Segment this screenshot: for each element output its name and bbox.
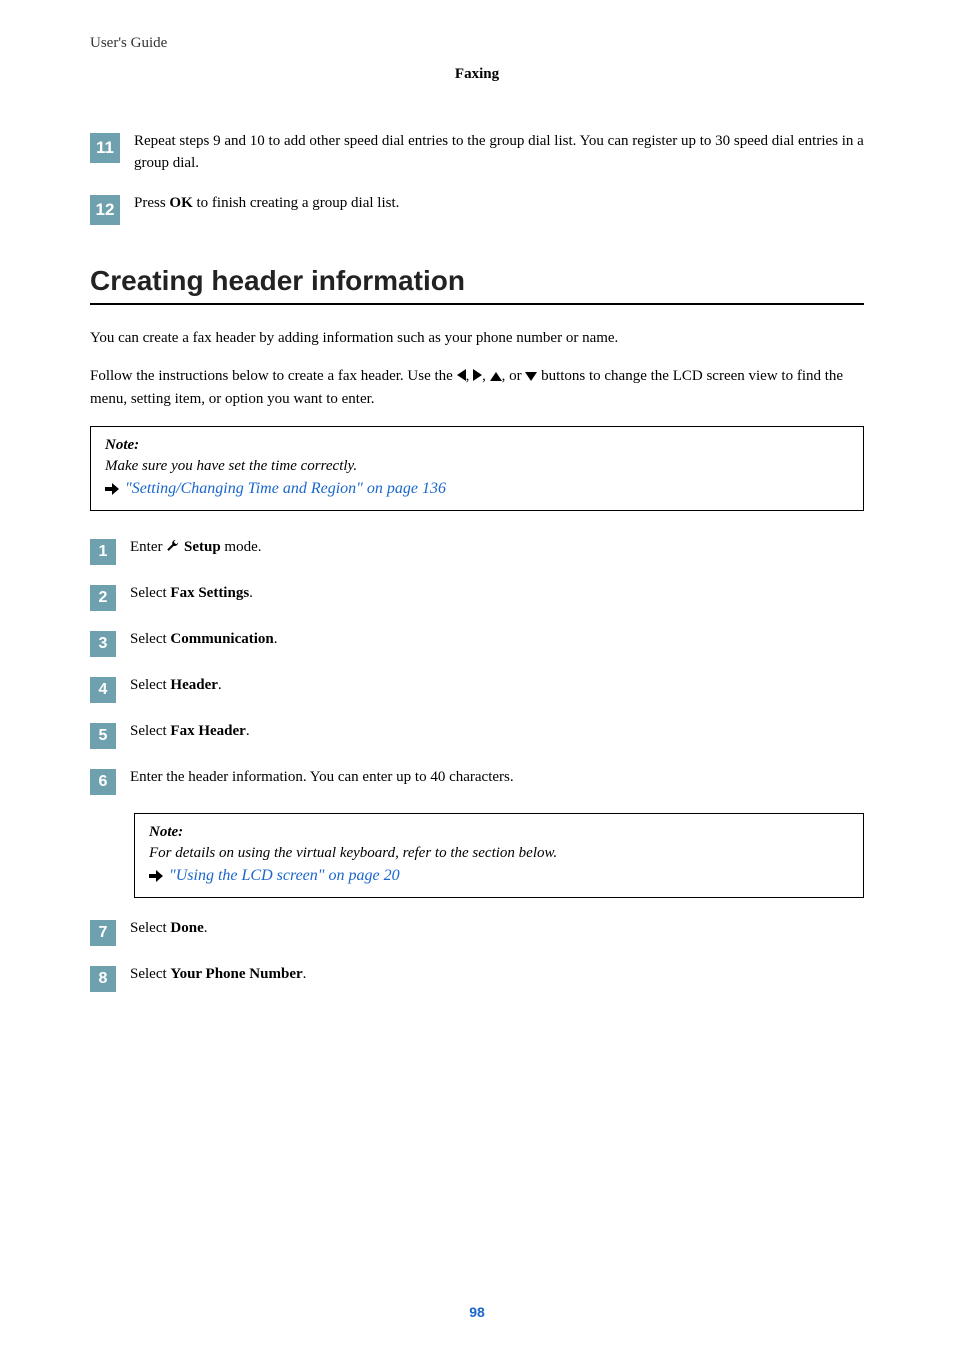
step-4-prefix: Select bbox=[130, 677, 170, 693]
step-chip-12: 12 bbox=[90, 195, 120, 225]
section-label: Faxing bbox=[90, 66, 864, 83]
step-12-text-prefix: Press bbox=[134, 195, 169, 211]
step-chip-6: 6 bbox=[90, 769, 116, 795]
step-chip-2: 2 bbox=[90, 585, 116, 611]
step-5-text: Select Fax Header. bbox=[130, 721, 864, 743]
step-1-suffix: mode. bbox=[221, 539, 262, 555]
step-5-prefix: Select bbox=[130, 723, 170, 739]
step-8-bold: Your Phone Number bbox=[170, 966, 302, 982]
step-3: 3 Select Communication. bbox=[90, 629, 864, 657]
page-number: 98 bbox=[0, 1304, 954, 1320]
step-3-bold: Communication bbox=[170, 631, 273, 647]
step-6-text: Enter the header information. You can en… bbox=[130, 767, 864, 789]
note2-xref-line: "Using the LCD screen" on page 20 bbox=[149, 867, 849, 885]
step-7-prefix: Select bbox=[130, 920, 170, 936]
step-6-body: Enter the header information. You can en… bbox=[130, 769, 514, 785]
step-8: 8 Select Your Phone Number. bbox=[90, 964, 864, 992]
step-2-prefix: Select bbox=[130, 585, 170, 601]
step-chip-1: 1 bbox=[90, 539, 116, 565]
step-4: 4 Select Header. bbox=[90, 675, 864, 703]
intro-paragraph-2: Follow the instructions below to create … bbox=[90, 365, 864, 410]
step-1-text: Enter Setup mode. bbox=[130, 537, 864, 559]
left-arrow-icon bbox=[457, 369, 466, 381]
step-2-suffix: . bbox=[249, 585, 253, 601]
step-chip-3: 3 bbox=[90, 631, 116, 657]
note-title: Note: bbox=[105, 437, 849, 454]
down-arrow-icon bbox=[525, 372, 537, 381]
step-7: 7 Select Done. bbox=[90, 918, 864, 946]
step-11-text-part: Repeat steps 9 and 10 to add other speed… bbox=[134, 133, 864, 171]
step-5-bold: Fax Header bbox=[170, 723, 245, 739]
note-xref-link[interactable]: "Setting/Changing Time and Region" on pa… bbox=[125, 480, 446, 498]
note-box-time: Note: Make sure you have set the time co… bbox=[90, 426, 864, 511]
note-xref-line: "Setting/Changing Time and Region" on pa… bbox=[105, 480, 849, 498]
right-arrow-icon bbox=[473, 369, 482, 381]
step-7-suffix: . bbox=[204, 920, 208, 936]
setup-wrench-icon bbox=[166, 539, 180, 553]
step-4-bold: Header bbox=[170, 677, 217, 693]
step-4-text: Select Header. bbox=[130, 675, 864, 697]
running-head: User's Guide bbox=[90, 35, 864, 52]
step-chip-5: 5 bbox=[90, 723, 116, 749]
step-5-suffix: . bbox=[246, 723, 250, 739]
step-1-bold: Setup bbox=[184, 539, 221, 555]
step-2-bold: Fax Settings bbox=[170, 585, 249, 601]
step-11-text: Repeat steps 9 and 10 to add other speed… bbox=[134, 131, 864, 175]
step-12: 12 Press OK to finish creating a group d… bbox=[90, 193, 864, 225]
step-5: 5 Select Fax Header. bbox=[90, 721, 864, 749]
step-2: 2 Select Fax Settings. bbox=[90, 583, 864, 611]
step-2-text: Select Fax Settings. bbox=[130, 583, 864, 605]
joiner: , bbox=[482, 368, 490, 384]
step-6: 6 Enter the header information. You can … bbox=[90, 767, 864, 795]
note2-body: For details on using the virtual keyboar… bbox=[149, 843, 849, 865]
step-12-bold: OK bbox=[169, 195, 192, 211]
step-chip-4: 4 bbox=[90, 677, 116, 703]
step-1-prefix: Enter bbox=[130, 539, 166, 555]
step-12-text-suffix: to finish creating a group dial list. bbox=[193, 195, 400, 211]
step-12-text: Press OK to finish creating a group dial… bbox=[134, 193, 864, 215]
joiner: , bbox=[466, 368, 474, 384]
joiner-or: , or bbox=[502, 368, 526, 384]
intro2-prefix: Follow the instructions below to create … bbox=[90, 368, 457, 384]
step-7-bold: Done bbox=[170, 920, 203, 936]
step-7-text: Select Done. bbox=[130, 918, 864, 940]
step-3-suffix: . bbox=[274, 631, 278, 647]
step-3-text: Select Communication. bbox=[130, 629, 864, 651]
step-11: 11 Repeat steps 9 and 10 to add other sp… bbox=[90, 131, 864, 175]
heading-rule bbox=[90, 303, 864, 305]
heading-creating-header-info: Creating header information bbox=[90, 265, 864, 297]
intro-paragraph-1: You can create a fax header by adding in… bbox=[90, 327, 864, 350]
note2-title: Note: bbox=[149, 824, 849, 841]
note2-xref-link[interactable]: "Using the LCD screen" on page 20 bbox=[169, 867, 400, 885]
step-8-prefix: Select bbox=[130, 966, 170, 982]
step-8-text: Select Your Phone Number. bbox=[130, 964, 864, 986]
step-4-suffix: . bbox=[218, 677, 222, 693]
step-3-prefix: Select bbox=[130, 631, 170, 647]
step-chip-11: 11 bbox=[90, 133, 120, 163]
note-body: Make sure you have set the time correctl… bbox=[105, 456, 849, 478]
note-box-keyboard: Note: For details on using the virtual k… bbox=[134, 813, 864, 898]
step-1: 1 Enter Setup mode. bbox=[90, 537, 864, 565]
xref-arrow-icon bbox=[105, 483, 119, 495]
step-chip-7: 7 bbox=[90, 920, 116, 946]
step-8-suffix: . bbox=[303, 966, 307, 982]
xref-arrow-icon bbox=[149, 870, 163, 882]
step-chip-8: 8 bbox=[90, 966, 116, 992]
up-arrow-icon bbox=[490, 372, 502, 381]
